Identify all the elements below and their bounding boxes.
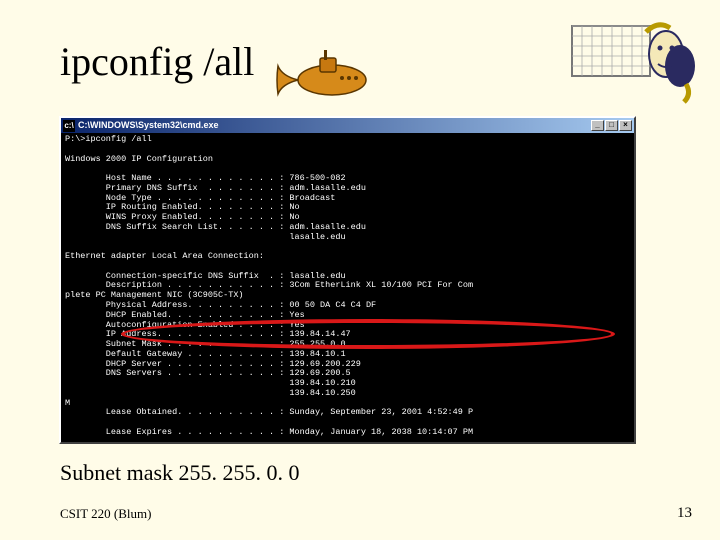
window-titlebar: c:\ C:\WINDOWS\System32\cmd.exe _ □ × — [61, 118, 634, 133]
submarine-illustration — [272, 46, 378, 102]
slide-number: 13 — [677, 505, 692, 522]
subtitle-text: Subnet mask 255. 255. 0. 0 — [60, 460, 300, 486]
maximize-button[interactable]: □ — [605, 120, 618, 131]
footer-course: CSIT 220 (Blum) — [60, 506, 152, 522]
slide-title: ipconfig /all — [60, 38, 254, 85]
window-title: C:\WINDOWS\System32\cmd.exe — [78, 120, 591, 130]
cmd-icon: c:\ — [63, 120, 75, 132]
goal-masks-illustration — [568, 14, 698, 106]
cmd-window: c:\ C:\WINDOWS\System32\cmd.exe _ □ × P:… — [59, 116, 636, 444]
terminal-output: P:\>ipconfig /all Windows 2000 IP Config… — [61, 133, 634, 442]
close-button[interactable]: × — [619, 120, 632, 131]
minimize-button[interactable]: _ — [591, 120, 604, 131]
